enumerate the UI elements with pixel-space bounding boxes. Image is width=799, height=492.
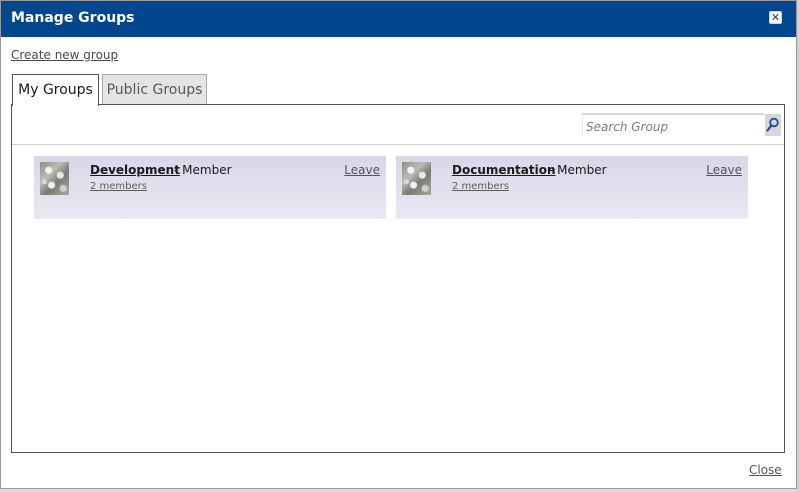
- close-icon[interactable]: ✕: [769, 11, 782, 24]
- group-role: - Member: [174, 163, 232, 177]
- search-icon: [766, 117, 779, 132]
- group-name-link[interactable]: Development: [90, 163, 180, 177]
- leave-group-link[interactable]: Leave: [344, 163, 380, 177]
- search-row: [12, 105, 784, 145]
- close-dialog-link[interactable]: Close: [749, 463, 782, 477]
- search-group-input[interactable]: [582, 113, 764, 136]
- leave-group-link[interactable]: Leave: [706, 163, 742, 177]
- dialog-titlebar: Manage Groups: [1, 1, 796, 37]
- group-members-link[interactable]: 2 members: [452, 181, 509, 192]
- tab-my-groups[interactable]: My Groups: [12, 74, 99, 106]
- groups-panel: Development - Member 2 members Leave Doc…: [11, 104, 785, 453]
- group-card-documentation: Documentation - Member 2 members Leave: [396, 156, 748, 219]
- search-button[interactable]: [765, 114, 781, 136]
- group-card-development: Development - Member 2 members Leave: [34, 156, 386, 219]
- group-role: - Member: [549, 163, 607, 177]
- dialog-title: Manage Groups: [11, 10, 135, 26]
- group-name-link[interactable]: Documentation: [452, 163, 556, 177]
- group-avatar: [40, 162, 69, 195]
- group-avatar: [402, 162, 431, 195]
- group-members-link[interactable]: 2 members: [90, 181, 147, 192]
- tab-public-groups[interactable]: Public Groups: [102, 74, 207, 104]
- manage-groups-dialog: Manage Groups ✕ Create new group My Grou…: [0, 0, 797, 489]
- create-new-group-link[interactable]: Create new group: [11, 48, 118, 62]
